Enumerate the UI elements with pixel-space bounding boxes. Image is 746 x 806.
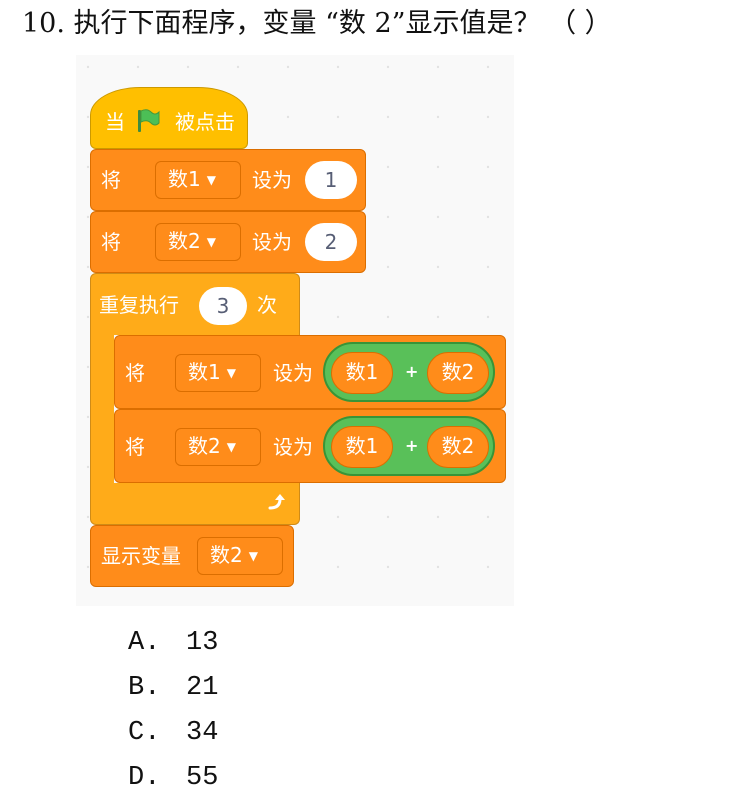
variable-dropdown-num1[interactable]: 数1 ▼ <box>175 354 261 392</box>
set-num2-block[interactable]: 将 数2 ▼ 设为 2 <box>90 211 366 273</box>
set-label: 将 <box>125 361 145 385</box>
when-flag-clicked-block[interactable]: 当 被点击 <box>90 87 248 149</box>
variable-dropdown-num2[interactable]: 数2 ▼ <box>197 537 283 575</box>
addition-operator-block[interactable]: 数1 + 数2 <box>323 342 495 402</box>
to-label: 设为 <box>252 168 292 192</box>
caret-down-icon: ▼ <box>248 549 258 563</box>
option-b[interactable]: B. 21 <box>128 671 218 716</box>
scratch-script-area: 当 被点击 将 数1 ▼ 设为 1 将 数2 ▼ 设为 2 重复执行 3 次 将… <box>76 55 514 606</box>
answer-options: A. 13 B. 21 C. 34 D. 55 <box>128 626 218 806</box>
times-label: 次 <box>257 293 277 317</box>
when-label: 当 <box>105 110 125 134</box>
caret-down-icon: ▼ <box>206 235 216 249</box>
question-text: 10. 执行下面程序，变量 “数 2”显示值是？ （ ） <box>22 6 612 42</box>
to-label: 设为 <box>273 435 313 459</box>
repeat-times-input[interactable]: 3 <box>199 287 247 325</box>
caret-down-icon: ▼ <box>206 173 216 187</box>
option-letter: C. <box>128 718 161 748</box>
option-value: 34 <box>186 718 219 748</box>
num2-reporter[interactable]: 数2 <box>427 426 489 468</box>
set-label: 将 <box>101 230 121 254</box>
dropdown-value: 数1 <box>168 167 201 191</box>
caret-down-icon: ▼ <box>226 366 236 380</box>
green-flag-icon <box>135 108 161 139</box>
set-label: 将 <box>125 435 145 459</box>
plus-operator: + <box>405 362 419 381</box>
option-a[interactable]: A. 13 <box>128 626 218 671</box>
repeat-block-arm <box>90 334 114 484</box>
repeat-block[interactable]: 重复执行 3 次 <box>90 273 300 335</box>
set-label: 将 <box>101 168 121 192</box>
variable-dropdown-num1[interactable]: 数1 ▼ <box>155 161 241 199</box>
repeat-block-foot <box>90 483 300 525</box>
option-c[interactable]: C. 34 <box>128 716 218 761</box>
dropdown-value: 数2 <box>188 434 221 458</box>
plus-operator: + <box>405 436 419 455</box>
num2-reporter[interactable]: 数2 <box>427 352 489 394</box>
set-num1-block[interactable]: 将 数1 ▼ 设为 1 <box>90 149 366 211</box>
to-label: 设为 <box>273 361 313 385</box>
dropdown-value: 数1 <box>188 360 221 384</box>
repeat-label: 重复执行 <box>99 293 179 317</box>
addition-operator-block[interactable]: 数1 + 数2 <box>323 416 495 476</box>
loop-arrow-icon <box>265 491 287 518</box>
show-variable-block[interactable]: 显示变量 数2 ▼ <box>90 525 294 587</box>
question-body: 执行下面程序，变量 “数 2”显示值是？ （ ） <box>73 8 612 39</box>
num1-reporter[interactable]: 数1 <box>331 352 393 394</box>
value-input-num1[interactable]: 1 <box>305 161 357 199</box>
option-value: 13 <box>186 628 219 658</box>
option-letter: B. <box>128 673 161 703</box>
inner-set-num1-block[interactable]: 将 数1 ▼ 设为 数1 + 数2 <box>114 335 506 409</box>
option-letter: D. <box>128 763 161 793</box>
caret-down-icon: ▼ <box>226 440 236 454</box>
num1-reporter[interactable]: 数1 <box>331 426 393 468</box>
question-number: 10. <box>22 8 65 39</box>
dropdown-value: 数2 <box>210 543 243 567</box>
variable-dropdown-num2[interactable]: 数2 ▼ <box>175 428 261 466</box>
variable-dropdown-num2[interactable]: 数2 ▼ <box>155 223 241 261</box>
show-variable-label: 显示变量 <box>101 544 181 568</box>
option-d[interactable]: D. 55 <box>128 761 218 806</box>
to-label: 设为 <box>252 230 292 254</box>
dropdown-value: 数2 <box>168 229 201 253</box>
value-input-num2[interactable]: 2 <box>305 223 357 261</box>
option-value: 21 <box>186 673 219 703</box>
inner-set-num2-block[interactable]: 将 数2 ▼ 设为 数1 + 数2 <box>114 409 506 483</box>
option-value: 55 <box>186 763 219 793</box>
clicked-label: 被点击 <box>175 110 235 134</box>
option-letter: A. <box>128 628 161 658</box>
